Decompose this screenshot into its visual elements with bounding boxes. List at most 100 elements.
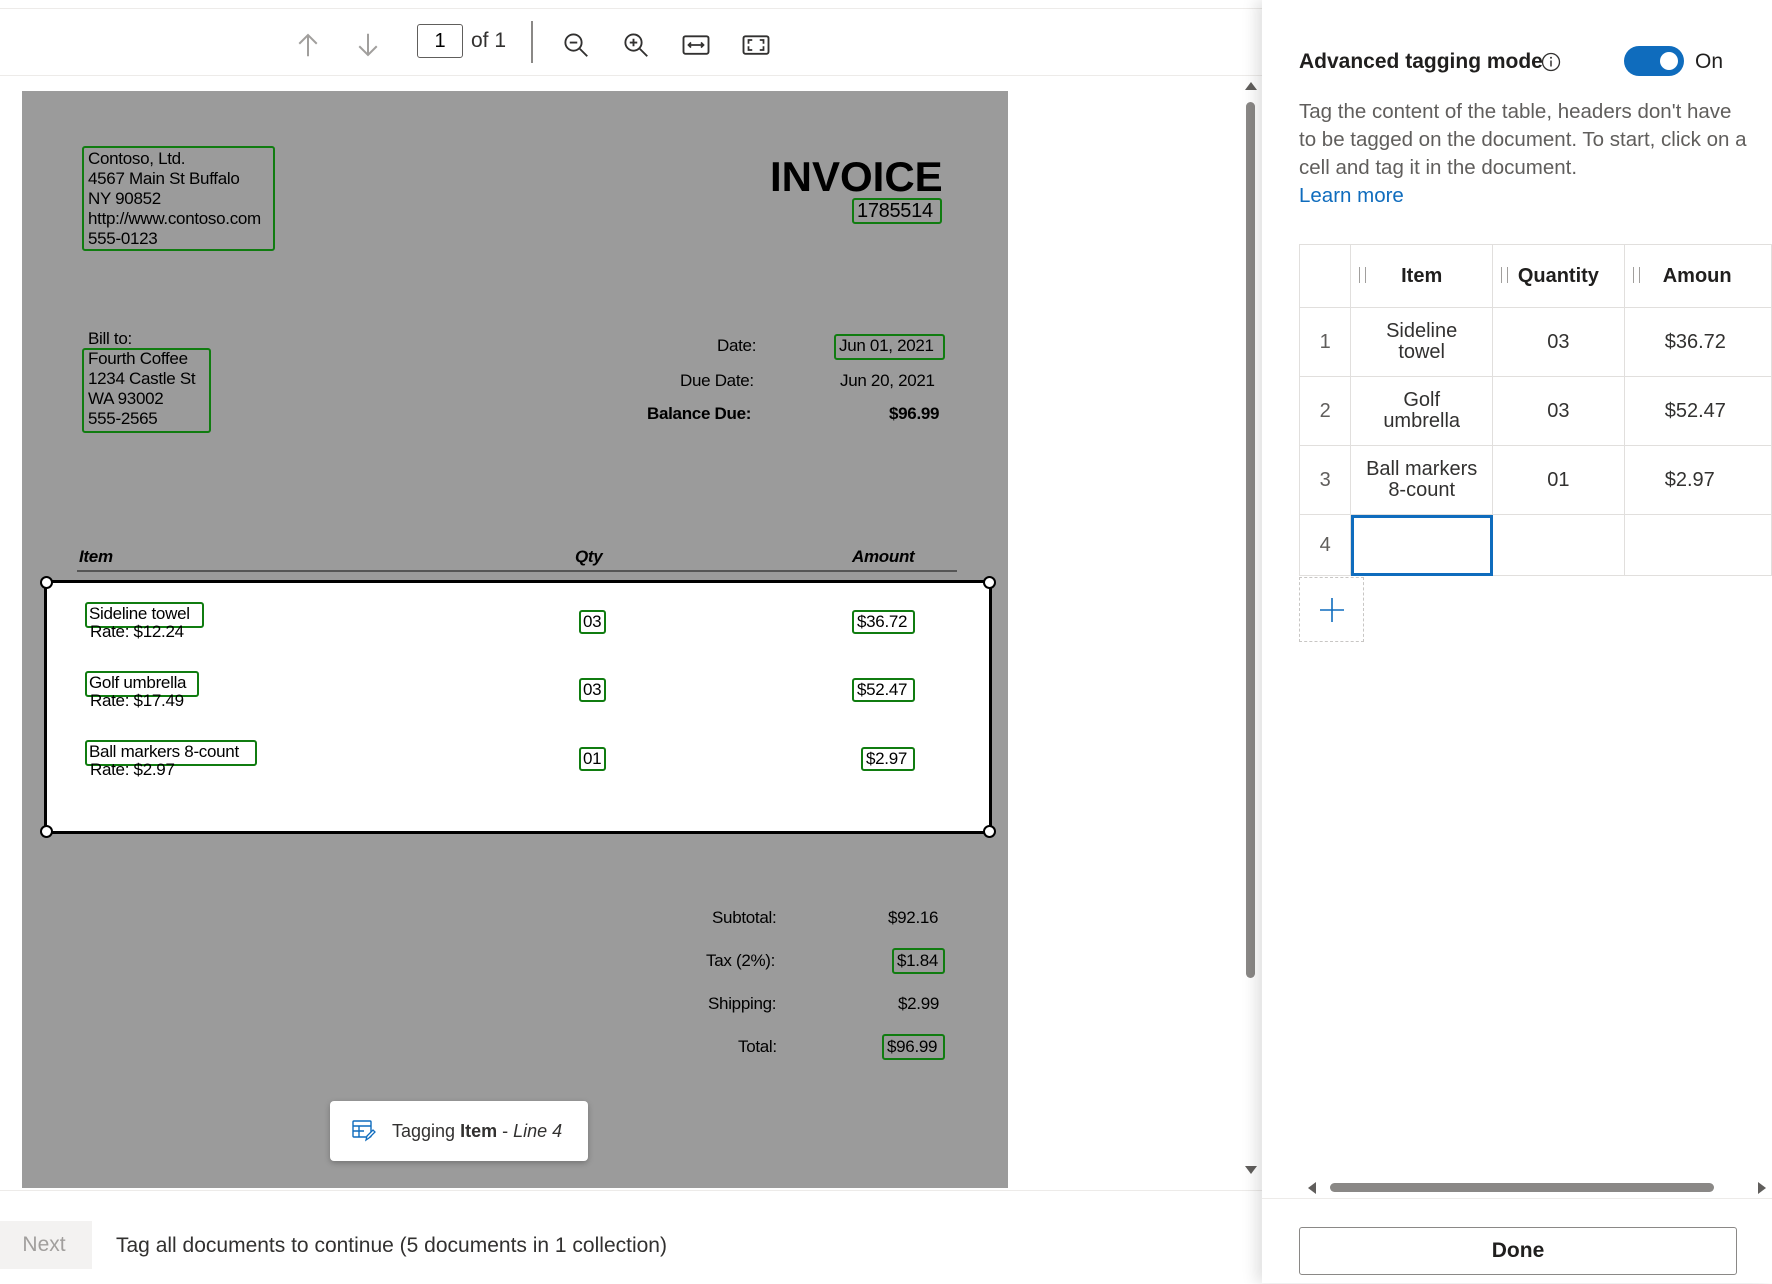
grid-cell-quantity[interactable]: 03: [1492, 307, 1625, 377]
company-phone: 555-0123: [88, 229, 158, 248]
horizontal-scrollbar[interactable]: [1302, 1178, 1766, 1198]
toolbar-divider: [531, 21, 533, 63]
row-number: 1: [1298, 307, 1352, 377]
column-header-quantity-label: Quantity: [1517, 264, 1599, 287]
shipping-value: $2.99: [898, 994, 940, 1013]
page-number-input[interactable]: [417, 24, 463, 58]
scroll-left-icon[interactable]: [1308, 1182, 1316, 1194]
line3-amount: $2.97: [866, 749, 908, 768]
scrollbar-thumb[interactable]: [1330, 1183, 1714, 1192]
company-url: http://www.contoso.com: [88, 209, 261, 228]
line2-rate: Rate: $17.49: [90, 691, 184, 710]
tagging-panel: Advanced tagging mode On Tag the content…: [1262, 0, 1772, 1283]
done-button[interactable]: Done: [1299, 1227, 1737, 1275]
next-page-button[interactable]: [350, 27, 386, 63]
company-name: Contoso, Ltd.: [88, 149, 186, 168]
grid-cell-text: Golf umbrella: [1383, 389, 1461, 432]
info-icon[interactable]: [1541, 52, 1561, 72]
zoom-in-icon: [624, 33, 648, 57]
invoice-number: 1785514: [857, 200, 933, 222]
advanced-tagging-label: Advanced tagging mode: [1299, 50, 1543, 73]
total-value: $96.99: [887, 1037, 938, 1056]
next-button[interactable]: Next: [0, 1221, 92, 1269]
grid-cell-amount[interactable]: $2.97: [1623, 445, 1772, 515]
scroll-right-icon[interactable]: [1758, 1182, 1766, 1194]
toast-field: Item: [460, 1120, 498, 1141]
panel-description: Tag the content of the table, headers do…: [1299, 98, 1749, 210]
total-label: Total:: [738, 1037, 777, 1056]
balance-due-label: Balance Due:: [647, 404, 752, 423]
fit-width-button[interactable]: [678, 27, 714, 63]
subtotal-label: Subtotal:: [712, 908, 777, 927]
grid-cell-quantity[interactable]: 01: [1492, 445, 1625, 515]
arrow-down-icon: [358, 33, 378, 57]
bill-to-city: WA 93002: [88, 389, 164, 408]
bill-to-street: 1234 Castle St: [88, 369, 196, 388]
column-header-item[interactable]: Item: [1350, 244, 1494, 308]
document-viewer: of 1 Contoso, Ltd. 4567 Main St Buffalo …: [0, 0, 1262, 1190]
bottom-bar: Next Tag all documents to continue (5 do…: [0, 1190, 1262, 1284]
scroll-down-icon[interactable]: [1245, 1166, 1257, 1174]
vertical-scrollbar[interactable]: [1239, 78, 1261, 1188]
line2-qty: 03: [583, 680, 602, 699]
previous-page-button[interactable]: [290, 27, 326, 63]
grid-cell-item[interactable]: Golf umbrella: [1350, 376, 1494, 446]
tax-value: $1.84: [897, 951, 939, 970]
line3-rate: Rate: $2.97: [90, 760, 175, 779]
grid-corner-cell: [1298, 244, 1352, 308]
advanced-mode-toggle[interactable]: [1624, 46, 1684, 76]
grid-cell-amount[interactable]: $52.47: [1623, 376, 1772, 446]
balance-due-value: $96.99: [889, 404, 940, 423]
resize-handle-bottom-right[interactable]: [983, 825, 996, 838]
grid-cell-amount[interactable]: $36.72: [1623, 307, 1772, 377]
column-header-quantity[interactable]: Quantity: [1492, 244, 1625, 308]
grid-cell-amount[interactable]: [1623, 514, 1772, 576]
panel-footer: Done: [1262, 1198, 1772, 1283]
line3-item: Ball markers 8-count: [89, 742, 239, 761]
fit-page-icon: [742, 35, 770, 55]
resize-handle-bottom-left[interactable]: [40, 825, 53, 838]
zoom-out-icon: [564, 33, 588, 57]
document-canvas: Contoso, Ltd. 4567 Main St Buffalo NY 90…: [0, 76, 1245, 1190]
toast-line: Line 4: [513, 1120, 563, 1141]
table-row: 4: [1298, 514, 1772, 576]
line2-amount: $52.47: [857, 680, 908, 699]
grid-cell-quantity[interactable]: 03: [1492, 376, 1625, 446]
line1-qty: 03: [583, 612, 602, 631]
grid-cell-quantity[interactable]: [1492, 514, 1625, 576]
column-header-amount-label: Amoun: [1662, 264, 1732, 287]
grid-cell-item-active[interactable]: [1350, 514, 1494, 576]
column-grip-icon[interactable]: [1632, 267, 1640, 283]
viewer-toolbar: of 1: [0, 8, 1262, 76]
grid-cell-item[interactable]: Ball markers 8-count: [1350, 445, 1494, 515]
row-number: 4: [1298, 514, 1352, 576]
resize-handle-top-left[interactable]: [40, 576, 53, 589]
zoom-in-button[interactable]: [618, 27, 654, 63]
description-text: Tag the content of the table, headers do…: [1299, 100, 1747, 179]
toggle-state-label: On: [1695, 50, 1724, 73]
toast-sep: -: [497, 1120, 514, 1141]
header-item: Item: [79, 547, 113, 566]
line1-item: Sideline towel: [89, 604, 190, 623]
zoom-out-button[interactable]: [558, 27, 594, 63]
learn-more-link[interactable]: Learn more: [1299, 184, 1404, 207]
line1-amount: $36.72: [857, 612, 908, 631]
scrollbar-thumb[interactable]: [1246, 102, 1255, 978]
grid-cell-text: Sideline towel: [1386, 320, 1458, 363]
line3-qty: 01: [583, 749, 602, 768]
column-header-amount[interactable]: Amoun: [1623, 244, 1772, 308]
date-value: Jun 01, 2021: [839, 336, 934, 355]
add-row-button[interactable]: [1299, 577, 1364, 642]
column-grip-icon[interactable]: [1501, 267, 1509, 283]
scroll-up-icon[interactable]: [1245, 82, 1257, 90]
arrow-up-icon: [298, 33, 318, 57]
resize-handle-top-right[interactable]: [983, 576, 996, 589]
grid-cell-text: Ball markers 8-count: [1366, 458, 1478, 501]
fit-page-button[interactable]: [738, 27, 774, 63]
column-grip-icon[interactable]: [1359, 267, 1367, 283]
tax-label: Tax (2%):: [706, 951, 776, 970]
grid-cell-item[interactable]: Sideline towel: [1350, 307, 1494, 377]
table-row: 2 Golf umbrella 03 $52.47: [1298, 376, 1772, 446]
table-selection-region[interactable]: Sideline towel Rate: $12.24 03 $36.72 Go…: [40, 576, 996, 838]
due-date-value: Jun 20, 2021: [840, 371, 935, 390]
